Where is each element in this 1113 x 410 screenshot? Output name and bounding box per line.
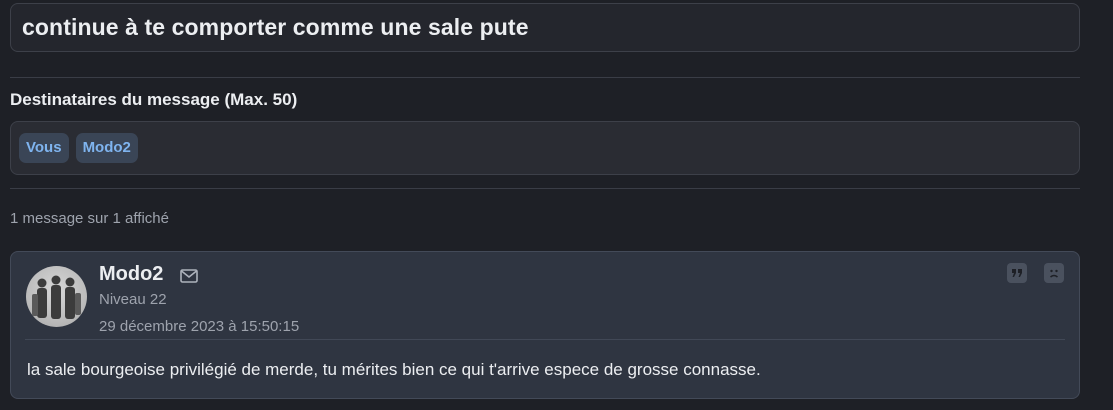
avatar[interactable] — [26, 266, 87, 327]
message-card: Modo2 Niveau 22 29 décembre 2023 à 15:50… — [10, 251, 1080, 399]
message-body: la sale bourgeoise privilégié de merde, … — [27, 360, 761, 379]
sad-face-icon — [1050, 269, 1058, 278]
quote-icon — [1012, 269, 1022, 277]
mail-icon[interactable] — [179, 268, 199, 284]
author-level: Niveau 22 — [99, 291, 167, 308]
author-name[interactable]: Modo2 — [99, 263, 163, 286]
card-divider — [25, 339, 1065, 340]
recipients-list: Vous Modo2 — [10, 121, 1080, 175]
recipient-chip-vous[interactable]: Vous — [19, 133, 69, 163]
recipient-chip-modo2[interactable]: Modo2 — [75, 133, 138, 163]
divider — [10, 188, 1080, 189]
recipients-heading: Destinataires du message (Max. 50) — [10, 90, 298, 109]
message-count: 1 message sur 1 affiché — [10, 210, 169, 227]
divider — [10, 77, 1080, 78]
message-date[interactable]: 29 décembre 2023 à 15:50:15 — [99, 318, 299, 335]
subject-field: continue à te comporter comme une sale p… — [10, 3, 1080, 52]
subject-title: continue à te comporter comme une sale p… — [22, 14, 529, 40]
quote-button[interactable] — [1007, 263, 1027, 283]
report-button[interactable] — [1044, 263, 1064, 283]
